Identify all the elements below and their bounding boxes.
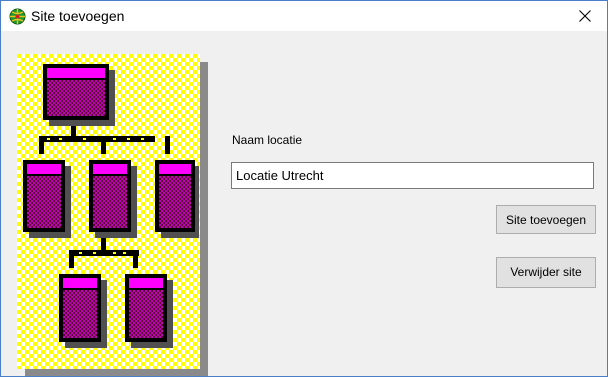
site-hierarchy-icon	[17, 54, 208, 376]
site-name-input[interactable]	[231, 162, 594, 189]
window-title: Site toevoegen	[31, 8, 125, 24]
site-name-label: Naam locatie	[232, 133, 303, 147]
add-site-button[interactable]: Site toevoegen	[496, 205, 596, 234]
dialog-window: Site toevoegen Naam locatie Locatie Utre…	[0, 0, 608, 377]
remove-site-button[interactable]: Verwijder site	[496, 257, 596, 288]
globe-network-icon	[9, 8, 26, 25]
close-button[interactable]	[563, 1, 607, 31]
close-icon	[579, 10, 591, 22]
title-bar[interactable]: Site toevoegen	[1, 1, 607, 31]
